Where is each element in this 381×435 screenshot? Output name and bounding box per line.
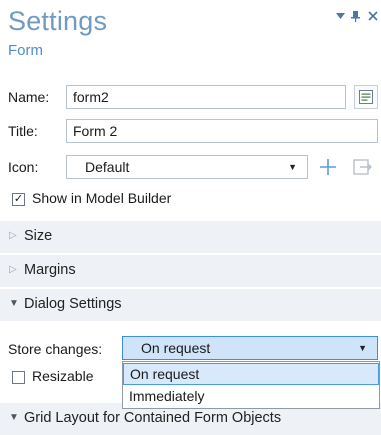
title-label: Title: bbox=[8, 123, 38, 139]
chevron-down-icon: ▼ bbox=[9, 298, 19, 309]
browse-icon[interactable] bbox=[350, 155, 374, 179]
store-changes-value: On request bbox=[141, 340, 211, 356]
chevron-down-icon: ▼ bbox=[358, 343, 367, 353]
section-dialog-settings[interactable]: ▼ Dialog Settings bbox=[0, 289, 381, 321]
chevron-down-icon: ▼ bbox=[9, 412, 19, 423]
store-changes-dropdown: On request Immediately bbox=[122, 361, 380, 409]
icon-select-value: Default bbox=[85, 159, 130, 175]
pin-icon[interactable] bbox=[351, 10, 360, 25]
icon-select[interactable]: Default ▼ bbox=[66, 155, 308, 179]
show-in-builder-checkbox[interactable]: ✓ bbox=[12, 193, 25, 206]
name-input[interactable]: form2 bbox=[66, 85, 346, 109]
option-on-request[interactable]: On request bbox=[123, 363, 379, 385]
panel-subtitle: Form bbox=[8, 42, 43, 59]
section-margins[interactable]: ▷ Margins bbox=[0, 255, 381, 287]
rename-icon[interactable] bbox=[354, 85, 378, 109]
section-dialog-settings-label: Dialog Settings bbox=[24, 296, 122, 312]
option-immediately[interactable]: Immediately bbox=[123, 386, 379, 408]
chevron-right-icon: ▷ bbox=[9, 264, 17, 275]
title-input[interactable]: Form 2 bbox=[66, 119, 378, 143]
section-size[interactable]: ▷ Size bbox=[0, 221, 381, 253]
name-label: Name: bbox=[8, 89, 50, 105]
chevron-down-icon: ▼ bbox=[288, 162, 297, 172]
close-icon[interactable] bbox=[368, 10, 378, 25]
resizable-checkbox[interactable] bbox=[12, 371, 25, 384]
add-icon[interactable] bbox=[316, 155, 340, 179]
panel-menu-icon[interactable] bbox=[336, 10, 345, 25]
store-changes-label: Store changes: bbox=[8, 341, 103, 357]
resizable-label: Resizable bbox=[32, 368, 94, 384]
store-changes-select[interactable]: On request ▼ bbox=[122, 336, 378, 360]
section-margins-label: Margins bbox=[24, 262, 76, 278]
panel-title: Settings bbox=[8, 6, 108, 36]
chevron-right-icon: ▷ bbox=[9, 230, 17, 241]
section-grid-layout-label: Grid Layout for Contained Form Objects bbox=[24, 410, 282, 426]
section-size-label: Size bbox=[24, 228, 53, 244]
icon-label: Icon: bbox=[8, 159, 39, 175]
show-in-builder-label: Show in Model Builder bbox=[32, 190, 172, 206]
